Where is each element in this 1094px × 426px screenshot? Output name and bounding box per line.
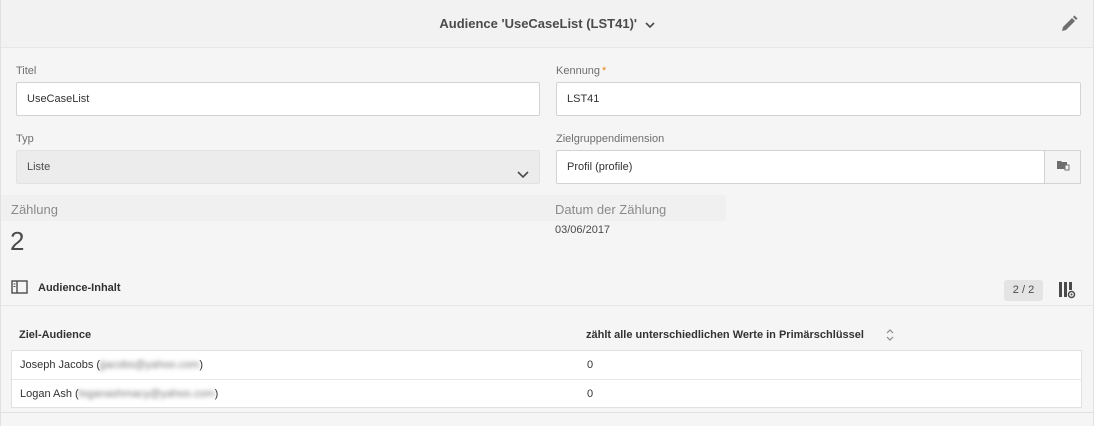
date-label: Datum der Zählung [555,202,667,217]
id-input[interactable]: LST41 [556,82,1081,116]
row-counter-badge: 2 / 2 [1004,280,1043,301]
edit-pencil-icon[interactable] [1059,14,1079,34]
required-marker: * [602,65,607,77]
type-label: Typ [16,133,34,145]
column-settings-icon[interactable] [1058,281,1076,304]
count-band [1,195,546,221]
table-row[interactable]: Joseph Jacobs (jjacobs@yahoo.com) 0 [12,351,1081,380]
target-cell: Joseph Jacobs (jjacobs@yahoo.com) [20,359,203,371]
count-cell: 0 [587,359,594,371]
row-close: ) [199,359,203,371]
date-value: 03/06/2017 [555,224,611,236]
chevron-down-icon [645,17,655,32]
column-header-count[interactable]: zählt alle unterschiedlichen Werte in Pr… [586,329,864,341]
id-label-text: Kennung [556,65,601,77]
divider [1,412,1093,413]
dimension-input[interactable]: Profil (profile) [556,150,1045,184]
type-select[interactable]: Liste [16,150,540,184]
panel-icon [11,280,28,299]
header-bar: Audience 'UseCaseList (LST41)' [1,0,1093,48]
audience-content-header: Audience-Inhalt [1,274,1093,306]
audience-table: Joseph Jacobs (jjacobs@yahoo.com) 0 Loga… [11,350,1082,408]
title-label: Titel [16,65,37,77]
dimension-picker-button[interactable] [1044,150,1081,184]
column-header-target[interactable]: Ziel-Audience [19,329,91,341]
dimension-label: Zielgruppendimension [556,133,665,145]
row-email: loganashmacy@yahoo.com [78,388,215,400]
count-value: 2 [10,226,25,256]
count-cell: 0 [587,388,594,400]
target-cell: Logan Ash (loganashmacy@yahoo.com) [20,388,218,400]
audience-page: Audience 'UseCaseList (LST41)' Titel Use… [0,0,1094,426]
audience-title-dropdown[interactable]: Audience 'UseCaseList (LST41)' [1,16,1093,32]
sort-icon[interactable] [885,328,895,347]
chevron-down-icon [517,161,529,193]
row-name: Joseph Jacobs ( [20,359,101,371]
id-label: Kennung * [556,65,606,77]
row-close: ) [214,388,219,400]
row-email: jjacobs@yahoo.com [100,359,200,371]
table-row[interactable]: Logan Ash (loganashmacy@yahoo.com) 0 [12,380,1081,409]
folder-picker-icon [1056,158,1070,176]
section-title: Audience-Inhalt [38,282,121,294]
row-name: Logan Ash ( [20,388,79,400]
type-select-value: Liste [27,161,51,173]
page-title: Audience 'UseCaseList (LST41)' [439,16,637,31]
title-input[interactable]: UseCaseList [16,82,540,116]
count-label: Zählung [11,202,58,217]
